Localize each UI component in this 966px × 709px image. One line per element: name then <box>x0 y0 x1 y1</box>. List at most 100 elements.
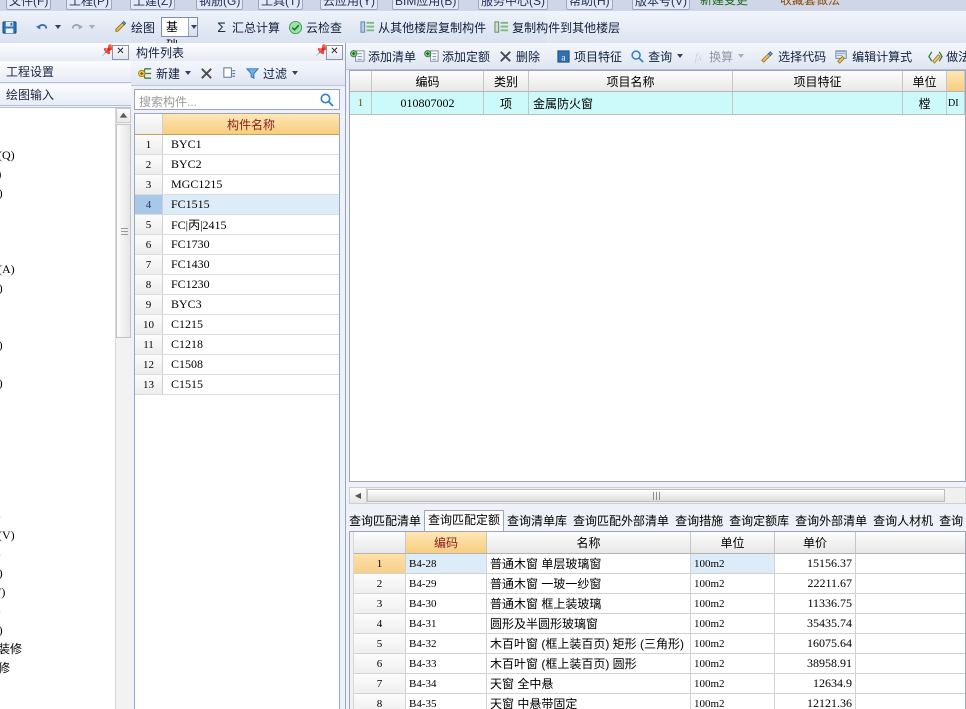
hscrollbar-thumb[interactable] <box>367 489 945 502</box>
table-row[interactable]: 4 B4-31 圆形及半圆形玻璃窗 100m2 35435.74 <box>354 614 965 634</box>
draw-button[interactable]: 绘图 <box>109 13 159 41</box>
tab-查询外部清单[interactable]: 查询外部清单 <box>792 512 870 531</box>
table-row[interactable]: 6 B4-33 木百叶窗 (框上装百页) 圆形 100m2 38958.91 <box>354 654 965 674</box>
list-item[interactable]: 13 C1515 <box>135 375 339 395</box>
list-item-name[interactable]: BYC3 <box>163 295 339 314</box>
tree-item-12[interactable]: 老虎窗 <box>0 355 118 374</box>
select-code-button[interactable]: 选择代码 <box>756 43 830 69</box>
menu-item-8[interactable]: 帮助(H) <box>566 0 613 10</box>
list-item[interactable]: 4 FC1515 <box>135 195 339 215</box>
tree-item-10[interactable]: 带形洞 <box>0 317 118 336</box>
menu-item-2[interactable]: 土建(Z) <box>130 0 176 10</box>
close-icon[interactable]: ✕ <box>112 45 129 60</box>
quota-query-grid[interactable]: 编码 名称 单位 单价 1 B4-28 普通木窗 单层玻璃窗 100m2 15156.3… <box>349 531 966 709</box>
list-item[interactable]: 2 BYC2 <box>135 155 339 175</box>
filter-caret-icon[interactable] <box>292 71 299 75</box>
menu-item-11[interactable]: 收藏套做法 <box>780 0 840 8</box>
search-component-input[interactable]: 搜索构件... <box>134 89 340 110</box>
quota-cell-unit[interactable]: 100m2 <box>691 574 775 593</box>
redo-caret-icon[interactable] <box>89 25 95 29</box>
quota-cell-unit[interactable]: 100m2 <box>691 694 775 709</box>
method-button[interactable]: 做法 <box>924 43 966 69</box>
component-list-grid[interactable]: 构件名称 1 BYC1 2 BYC2 3 MGC1215 4 FC1515 5 FC|丙|2415… <box>134 113 340 709</box>
tree-item-13[interactable]: 过梁(G) <box>0 374 118 393</box>
tab-查询[interactable]: 查询 <box>936 512 966 531</box>
undo-button[interactable] <box>31 13 65 41</box>
quota-cell-unit[interactable]: 100m2 <box>691 554 775 573</box>
floor-select[interactable]: 基础层 <box>161 17 199 70</box>
edit-formula-button[interactable]: 编辑计算式 <box>830 43 916 69</box>
list-item-name[interactable]: FC1730 <box>163 235 339 254</box>
table-row[interactable]: 7 B4-34 天窗 全中悬 100m2 12634.9 <box>354 674 965 694</box>
menu-item-6[interactable]: BIM应用(B) <box>392 0 460 10</box>
menu-item-9[interactable]: 版本号(V) <box>632 0 690 10</box>
bill-cell-type[interactable]: 项 <box>484 92 529 114</box>
new-component-button[interactable]: 新建 <box>134 59 195 87</box>
tree-item-9[interactable]: 带形窗 <box>0 298 118 317</box>
bill-cell-unit[interactable]: 樘 <box>903 92 947 114</box>
quota-cell-code[interactable]: B4-32 <box>406 634 487 653</box>
bill-grid-hscrollbar[interactable]: ◀ <box>349 487 966 504</box>
menu-item-1[interactable]: 工程(P) <box>66 0 112 10</box>
list-item[interactable]: 12 C1508 <box>135 355 339 375</box>
quota-cell-price[interactable]: 22211.67 <box>775 574 856 593</box>
sum-calc-button[interactable]: Σ 汇总计算 <box>210 13 284 41</box>
quota-cell-unit[interactable]: 100m2 <box>691 674 775 693</box>
quota-cell-name[interactable]: 普通木窗 框上装玻璃 <box>487 594 691 613</box>
quota-cell-name[interactable]: 圆形及半圆形玻璃窗 <box>487 614 691 633</box>
table-row[interactable]: 5 B4-32 木百叶窗 (框上装百页) 矩形 (三角形) 100m2 16075.64 <box>354 634 965 654</box>
quota-cell-code[interactable]: B4-29 <box>406 574 487 593</box>
quota-cell-name[interactable]: 木百叶窗 (框上装百页) 矩形 (三角形) <box>487 634 691 653</box>
tab-查询清单库[interactable]: 查询清单库 <box>504 512 570 531</box>
table-row[interactable]: 2 B4-29 普通木窗 一玻一纱窗 100m2 22211.67 <box>354 574 965 594</box>
list-item[interactable]: 3 MGC1215 <box>135 175 339 195</box>
bill-header-unit[interactable]: 单位 <box>903 71 947 91</box>
quota-cell-code[interactable]: B4-35 <box>406 694 487 709</box>
quota-cell-unit[interactable]: 100m2 <box>691 614 775 633</box>
quota-cell-unit[interactable]: 100m2 <box>691 634 775 653</box>
quota-cell-unit[interactable]: 100m2 <box>691 594 775 613</box>
bill-header-name[interactable]: 项目名称 <box>529 71 733 91</box>
search-icon[interactable] <box>319 92 335 111</box>
menu-item-7[interactable]: 服务中心(S) <box>478 0 548 10</box>
tree-item-1[interactable]: 保温墙(Q) <box>0 146 118 165</box>
list-item[interactable]: 9 BYC3 <box>135 295 339 315</box>
quota-cell-name[interactable]: 普通木窗 单层玻璃窗 <box>487 554 691 573</box>
tree-vertical-scrollbar[interactable] <box>115 108 131 709</box>
item-feature-button[interactable]: a 项目特征 <box>552 43 626 69</box>
tree-item-24[interactable]: 单梁装修 <box>0 659 118 678</box>
copy-from-floor-button[interactable]: 从其他楼层复制构件 <box>356 13 490 41</box>
table-row[interactable]: 8 B4-35 天窗 中悬带固定 100m2 12121.36 <box>354 694 965 709</box>
tree-item-4[interactable]: 门洞 <box>0 203 118 222</box>
list-item-name[interactable]: C1515 <box>163 375 339 394</box>
bill-cell-name[interactable]: 金属防火窗 <box>529 92 733 114</box>
quota-cell-name[interactable]: 天窗 全中悬 <box>487 674 691 693</box>
bill-cell-extra[interactable]: DI <box>947 92 965 114</box>
tree-item-23[interactable]: 独立柱装修 <box>0 640 118 659</box>
delete-button[interactable]: 删除 <box>494 43 544 69</box>
tree-item-17[interactable]: 楼地面(V) <box>0 526 118 545</box>
navigation-tree[interactable]: 墙(Q) 保温墙(Q) 墙垛(E) 幕墙(Q) 门洞 门(M) 窗(C) 门联窗… <box>0 107 131 709</box>
quota-cell-price[interactable]: 11336.75 <box>775 594 856 613</box>
list-item[interactable]: 7 FC1430 <box>135 255 339 275</box>
tree-item-8[interactable]: 墙洞(D) <box>0 279 118 298</box>
list-item[interactable]: 8 FC1230 <box>135 275 339 295</box>
list-item-name[interactable]: C1215 <box>163 315 339 334</box>
quota-cell-code[interactable]: B4-28 <box>406 554 487 573</box>
floor-select-arrow[interactable] <box>188 18 198 36</box>
bill-header-type[interactable]: 类别 <box>484 71 529 91</box>
scroll-up-icon[interactable] <box>116 108 131 123</box>
list-item-name[interactable]: MGC1215 <box>163 175 339 194</box>
menu-bar[interactable]: 文件(F) 工程(P) 土建(Z) 钢筋(G) 工具(T) 云应用(Y) BIM… <box>0 0 966 11</box>
table-row[interactable]: 1 010807002 项 金属防火窗 樘 DI <box>350 92 965 115</box>
tree-item-3[interactable]: 幕墙(Q) <box>0 184 118 203</box>
tab-查询匹配定额[interactable]: 查询匹配定额 <box>424 510 505 531</box>
tree-item-5[interactable]: 门(M) <box>0 222 118 241</box>
list-item-name[interactable]: FC|丙|2415 <box>163 215 339 234</box>
add-quota-button[interactable]: 添加定额 <box>420 43 494 69</box>
bill-cell-feature[interactable] <box>733 92 903 114</box>
delete-component-button[interactable] <box>195 59 218 87</box>
quota-cell-name[interactable]: 木百叶窗 (框上装百页) 圆形 <box>487 654 691 673</box>
scroll-left-icon[interactable]: ◀ <box>350 488 367 503</box>
tab-查询匹配外部清单[interactable]: 查询匹配外部清单 <box>570 512 672 531</box>
